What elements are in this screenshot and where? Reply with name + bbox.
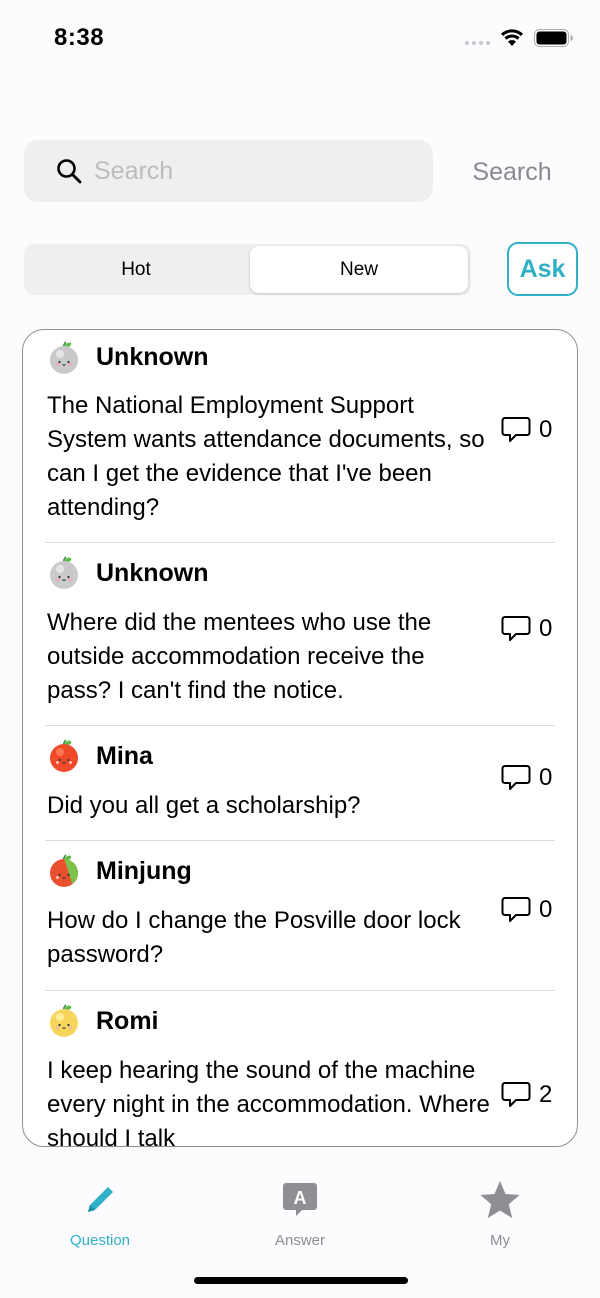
question-list[interactable]: Unknown The National Employment Support …	[22, 329, 578, 1147]
question-text: Did you all get a scholarship?	[47, 792, 361, 819]
comment-count-value: 0	[539, 416, 553, 443]
status-time: 8:38	[54, 24, 105, 51]
red-green-apple-icon	[50, 854, 78, 887]
question-item[interactable]: Unknown The National Employment Support …	[23, 330, 577, 542]
comment-count: 0	[501, 896, 552, 924]
comment-bubble-icon	[501, 417, 531, 442]
comment-count: 2	[501, 1081, 552, 1109]
tab-question[interactable]: Question	[40, 1180, 160, 1249]
tab-answer-label: Answer	[274, 1232, 326, 1249]
question-item[interactable]: Romi I keep hearing the sound of the mac…	[23, 991, 577, 1147]
question-author: Romi	[96, 1007, 159, 1035]
comment-count-value: 0	[539, 764, 553, 791]
wifi-icon	[501, 29, 523, 46]
red-apple-icon	[50, 739, 78, 772]
comment-count-value: 0	[539, 896, 553, 923]
question-item[interactable]: Unknown Where did the mentees who use th…	[23, 543, 577, 725]
question-author: Unknown	[96, 343, 209, 371]
comment-bubble-icon	[501, 1082, 531, 1107]
battery-icon	[534, 29, 573, 47]
question-text: Where did the mentees who use the outsid…	[47, 609, 432, 704]
status-bar: 8:38	[0, 0, 600, 80]
search-icon	[57, 159, 82, 184]
answer-bubble-icon: A	[283, 1183, 317, 1216]
cellular-signal-icon	[465, 41, 490, 45]
question-author: Unknown	[96, 559, 209, 587]
search-box[interactable]	[24, 140, 433, 202]
ask-button[interactable]: Ask	[507, 242, 578, 296]
svg-text:A: A	[294, 1188, 307, 1208]
question-text: How do I change the Posville door lock p…	[47, 907, 461, 968]
gray-apple-icon	[50, 556, 78, 589]
comment-bubble-icon	[501, 897, 531, 922]
home-indicator	[194, 1277, 408, 1284]
question-item[interactable]: Mina Did you all get a scholarship? 0	[23, 726, 577, 840]
question-author: Minjung	[96, 857, 192, 885]
comment-count-value: 2	[539, 1081, 553, 1108]
comment-count: 0	[501, 764, 552, 792]
tab-my[interactable]: My	[440, 1180, 560, 1249]
comment-bubble-icon	[501, 616, 531, 641]
comment-count: 0	[501, 416, 552, 444]
segment-new[interactable]: New	[250, 246, 468, 293]
sort-segmented-control: Hot New	[24, 244, 471, 295]
question-text: I keep hearing the sound of the machine …	[47, 1057, 490, 1147]
tab-question-label: Question	[69, 1232, 131, 1249]
question-author: Mina	[96, 742, 153, 770]
pencil-icon	[88, 1187, 113, 1212]
tab-answer[interactable]: A Answer	[240, 1180, 360, 1249]
comment-count-value: 0	[539, 615, 553, 642]
segment-hot[interactable]: Hot	[26, 246, 246, 293]
star-icon	[480, 1181, 520, 1218]
tab-my-label: My	[490, 1232, 510, 1249]
search-input[interactable]	[94, 154, 424, 188]
question-item[interactable]: Minjung How do I change the Posville doo…	[23, 841, 577, 990]
gray-apple-icon	[50, 341, 78, 374]
comment-bubble-icon	[501, 765, 531, 790]
question-text: The National Employment Support System w…	[47, 392, 485, 521]
comment-count: 0	[501, 615, 552, 643]
yellow-apple-icon	[50, 1004, 78, 1037]
search-button[interactable]: Search	[462, 152, 562, 192]
